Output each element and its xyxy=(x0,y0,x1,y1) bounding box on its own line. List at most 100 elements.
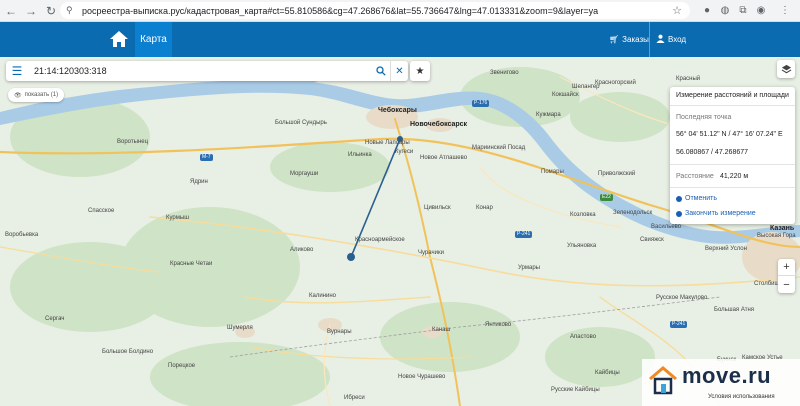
extension-icon-2[interactable]: ◍ xyxy=(718,3,732,17)
place-label: Цивильск xyxy=(424,205,451,211)
place-label: Васильево xyxy=(651,224,682,230)
place-label: Урмары xyxy=(518,265,540,271)
show-results-button[interactable]: 👁︎ показать (1) xyxy=(8,88,65,102)
reload-icon[interactable]: ↻ xyxy=(42,2,60,20)
search-icon[interactable] xyxy=(372,61,390,81)
place-label: Зеленодольск xyxy=(613,210,653,216)
road-number: Р-176 xyxy=(472,100,490,107)
place-label: Ильинка xyxy=(348,152,372,158)
divider xyxy=(670,187,795,188)
place-label: Аликово xyxy=(290,247,314,253)
zoom-out-button[interactable]: − xyxy=(778,276,795,293)
back-icon[interactable]: ← xyxy=(2,2,20,20)
place-label: Красноармейское xyxy=(355,237,405,243)
user-icon xyxy=(656,34,665,45)
login-button[interactable]: Вход xyxy=(656,22,686,57)
place-label: Большая Атня xyxy=(714,307,755,313)
watermark-brand: move.ru xyxy=(682,363,772,388)
tab-map[interactable]: Карта xyxy=(135,22,172,57)
place-label: Новые Лапсары xyxy=(365,140,410,146)
finish-measure-button[interactable]: Закончить измерение xyxy=(676,210,756,217)
place-label: Курмыш xyxy=(166,215,190,221)
cancel-measure-button[interactable]: Отменить xyxy=(676,195,717,202)
distance-value: 41,220 м xyxy=(720,173,749,180)
place-label: Новочебоксарск xyxy=(410,121,468,128)
divider xyxy=(670,164,795,165)
place-label: Конар xyxy=(476,205,493,211)
place-label: Новое Атлашево xyxy=(420,155,468,161)
place-label: Канаш xyxy=(432,327,451,333)
place-label: Порецкое xyxy=(168,363,196,369)
app-header: Карта 🛒︎ Заказы Вход xyxy=(0,22,800,57)
forward-icon[interactable]: → xyxy=(22,2,40,20)
place-label: Воротынец xyxy=(117,139,149,145)
place-label: Кужмара xyxy=(536,112,561,118)
close-icon[interactable]: ✕ xyxy=(390,61,408,81)
place-label: Калинино xyxy=(309,293,336,299)
place-label: Красный xyxy=(676,76,701,82)
place-label: Ядрин xyxy=(190,179,208,185)
watermark: move.ru Условия использования xyxy=(642,359,800,406)
site-info-icon[interactable]: ⚲ xyxy=(66,5,73,16)
place-label: Спасское xyxy=(88,208,115,214)
extension-icon[interactable]: ● xyxy=(700,3,714,17)
place-label: Козловка xyxy=(570,212,596,218)
zoom-in-button[interactable]: + xyxy=(778,259,795,276)
place-label: Моргауши xyxy=(290,171,319,177)
place-label: Русские Кайбицы xyxy=(551,387,600,393)
favorite-star-icon[interactable]: ★ xyxy=(410,61,430,81)
place-label: Ульяновка xyxy=(567,243,597,249)
place-label: Высокая Гора xyxy=(757,233,796,239)
place-label: Мариинский Посад xyxy=(472,145,526,151)
place-label: Звенигово xyxy=(490,70,519,76)
browser-toolbar: ← → ↻ ⚲ росреестра-выписка.рус/кадастров… xyxy=(0,0,800,22)
address-bar[interactable]: ⚲ росреестра-выписка.рус/кадастровая_кар… xyxy=(60,2,690,19)
place-label: Верхний Услон xyxy=(705,246,747,252)
place-label: Чебоксары xyxy=(378,107,417,114)
cancel-icon xyxy=(676,195,682,202)
menu-icon[interactable]: ☰ xyxy=(6,61,28,81)
place-label: Апастово xyxy=(570,334,597,340)
place-label: Помары xyxy=(541,169,564,175)
browser-menu-icon[interactable]: ⋮ xyxy=(778,3,792,17)
search-input[interactable]: 21:14:120303:318 xyxy=(34,66,372,76)
header-divider xyxy=(649,22,650,57)
divider xyxy=(670,105,795,106)
place-label: Сергач xyxy=(45,316,65,322)
place-label: Шумерля xyxy=(227,325,253,331)
measure-panel: Измерение расстояний и площади Последняя… xyxy=(670,87,795,224)
place-label: Воробьевка xyxy=(5,232,39,238)
place-label: Красные Четаи xyxy=(170,261,213,267)
last-point-label: Последняя точка xyxy=(676,114,732,121)
terms-link[interactable]: Условия использования xyxy=(708,394,775,400)
search-bar: ☰ 21:14:120303:318 ✕ xyxy=(6,61,408,81)
bookmark-star-icon[interactable]: ☆ xyxy=(672,4,682,17)
place-label: Приволжский xyxy=(598,171,636,177)
measure-point-start xyxy=(347,253,355,261)
extensions-puzzle-icon[interactable]: ⧉ xyxy=(736,3,750,17)
zoom-control: + − xyxy=(778,259,795,293)
place-label: Большое Болдино xyxy=(102,349,154,355)
distance-label: Расстояние xyxy=(676,173,714,180)
coords-decimal: 56.080867 / 47.268677 xyxy=(676,149,749,156)
place-label: Кокшайск xyxy=(552,92,579,98)
layers-icon[interactable] xyxy=(777,60,795,78)
home-icon[interactable] xyxy=(108,28,130,50)
house-logo-icon xyxy=(649,366,677,395)
road-number: М-7 xyxy=(200,154,213,161)
place-label: Вурнары xyxy=(327,329,352,335)
coords-dms: 56° 04' 51.12" N / 47° 16' 07.24" E xyxy=(676,131,783,138)
cart-icon: 🛒︎ xyxy=(609,35,620,44)
place-label: Большой Сундырь xyxy=(275,120,327,126)
road-number: E22 xyxy=(600,194,613,201)
place-label: Казань xyxy=(770,225,795,232)
road-number: Р-241 xyxy=(515,231,533,238)
orders-button[interactable]: 🛒︎ Заказы xyxy=(609,22,649,57)
place-label: Новое Чурашево xyxy=(398,374,446,380)
place-label: Ибреси xyxy=(344,395,365,401)
place-label: Свияжск xyxy=(640,237,664,243)
measure-title: Измерение расстояний и площади xyxy=(676,92,789,99)
profile-icon[interactable]: ◉ xyxy=(754,3,768,17)
place-label: Кайбицы xyxy=(595,370,620,376)
url-text: росреестра-выписка.рус/кадастровая_карта… xyxy=(82,5,599,16)
